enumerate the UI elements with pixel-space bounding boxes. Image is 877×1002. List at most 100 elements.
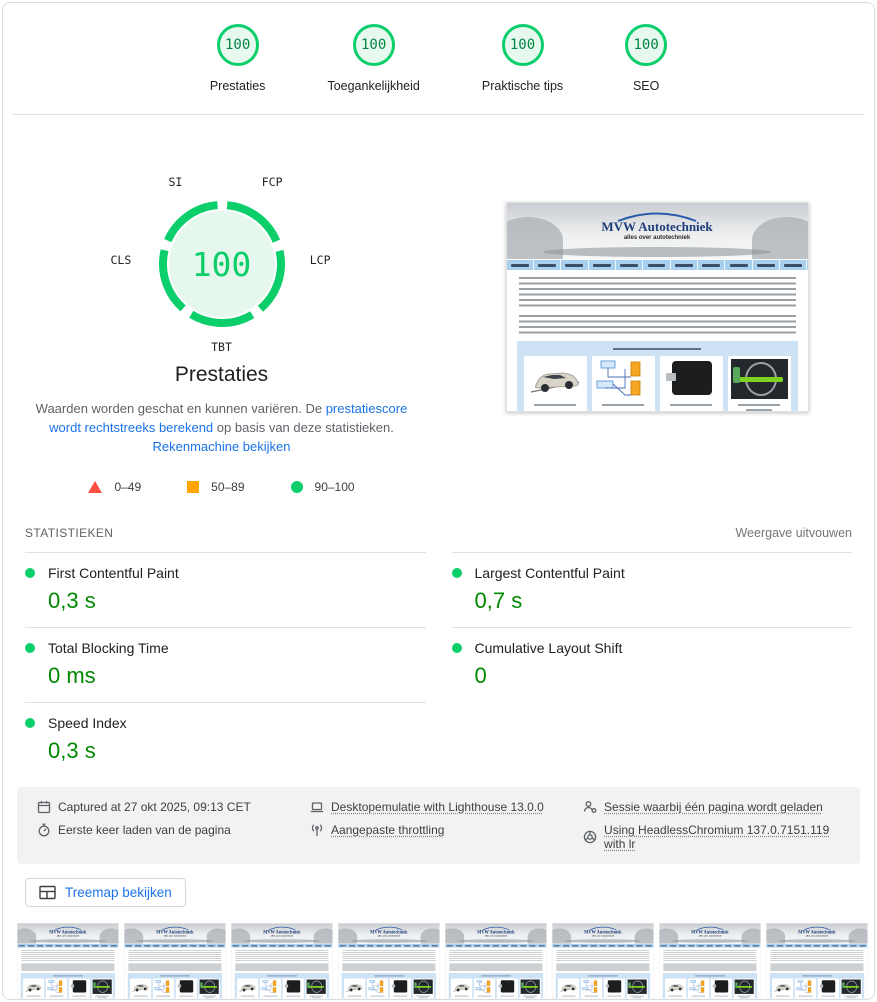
preview-car-shape bbox=[136, 939, 213, 943]
card-caption bbox=[526, 998, 535, 999]
relay-photo bbox=[712, 980, 731, 994]
preview-card-row bbox=[664, 978, 755, 998]
preview-nav-bar bbox=[17, 944, 118, 948]
preview-car-shape bbox=[29, 939, 106, 943]
metric-value: 0 bbox=[475, 663, 853, 689]
preview-nav-item bbox=[82, 944, 91, 948]
metric-speed-index: Speed Index 0,3 s bbox=[25, 702, 426, 777]
site-screenshot-preview: MVW Autotechniek alles over autotechniek bbox=[445, 923, 547, 999]
expand-view-toggle[interactable]: Weergave uitvouwen bbox=[735, 526, 852, 540]
filmstrip: MVW Autotechniek alles over autotechniek bbox=[17, 923, 860, 999]
score-category-prestaties[interactable]: 100 Prestaties bbox=[210, 24, 266, 93]
relay-body bbox=[608, 980, 621, 992]
preview-car-shape bbox=[778, 939, 855, 943]
dashboard-bar bbox=[844, 986, 859, 988]
preview-nav-item bbox=[305, 944, 314, 948]
preview-card-relay bbox=[283, 978, 304, 998]
wiring-diagram bbox=[47, 980, 66, 994]
treemap-button[interactable]: Treemap bekijken bbox=[25, 878, 186, 907]
preview-nav-item bbox=[17, 944, 26, 948]
preview-site-subtitle: alles over autotechniek bbox=[338, 935, 439, 937]
card-caption bbox=[500, 996, 514, 997]
dashboard-photo bbox=[200, 980, 219, 994]
preview-nav-item bbox=[678, 944, 687, 948]
runinfo-text[interactable]: Desktopemulatie with Lighthouse 13.0.0 bbox=[331, 800, 544, 814]
preview-nav-item bbox=[714, 944, 723, 948]
preview-nav-bar bbox=[659, 944, 760, 948]
preview-paragraph bbox=[519, 315, 796, 335]
preview-nav-item bbox=[561, 260, 588, 270]
preview-nav-item bbox=[803, 944, 812, 948]
treemap-icon bbox=[39, 885, 56, 900]
preview-nav-item bbox=[277, 944, 286, 948]
preview-nav-item bbox=[725, 260, 752, 270]
gauge-metric-lcp: LCP bbox=[310, 253, 331, 267]
preview-card-dashboard bbox=[728, 356, 791, 412]
pass-circle-icon bbox=[291, 481, 303, 493]
preview-nav-item bbox=[659, 944, 668, 948]
preview-body-text bbox=[338, 947, 439, 970]
preview-panel-caption bbox=[802, 976, 832, 977]
preview-image-panel bbox=[556, 973, 650, 999]
pass-dot-icon bbox=[452, 643, 462, 653]
score-category-praktische-tips[interactable]: 100 Praktische tips bbox=[482, 24, 563, 93]
site-screenshot-preview: MVW Autotechniek alles over autotechniek bbox=[17, 923, 119, 999]
runinfo-text[interactable]: Sessie waarbij één pagina wordt geladen bbox=[604, 800, 823, 814]
preview-card-diagram bbox=[795, 978, 816, 998]
metric-value: 0,3 s bbox=[48, 738, 426, 764]
card-caption bbox=[157, 996, 171, 997]
relay-body bbox=[73, 980, 86, 992]
card-caption bbox=[562, 996, 576, 997]
filmstrip-thumbnail: MVW Autotechniek alles over autotechniek bbox=[338, 923, 441, 999]
preview-body-text bbox=[659, 947, 760, 970]
runinfo-text[interactable]: Aangepaste throttling bbox=[331, 823, 444, 837]
preview-nav-item bbox=[510, 944, 519, 948]
preview-image-panel bbox=[128, 973, 222, 999]
preview-nav-item bbox=[421, 944, 430, 948]
preview-nav-item bbox=[607, 944, 616, 948]
relay-photo bbox=[70, 980, 89, 994]
score-category-seo[interactable]: 100 SEO bbox=[625, 24, 667, 93]
dashboard-bar bbox=[737, 377, 783, 382]
wiring-diagram bbox=[261, 980, 280, 994]
relay-pin bbox=[71, 985, 74, 988]
metric-first-contentful-paint: First Contentful Paint 0,3 s bbox=[25, 553, 426, 627]
relay-photo bbox=[819, 980, 838, 994]
score-category-toegankelijkheid[interactable]: 100 Toegankelijkheid bbox=[327, 24, 419, 93]
preview-site-logo: MVW Autotechniek alles over autotechniek bbox=[766, 923, 867, 937]
runinfo-text: Eerste keer laden van de pagina bbox=[58, 823, 231, 837]
runinfo-text: Captured at 27 okt 2025, 09:13 CET bbox=[58, 800, 251, 814]
runinfo-text[interactable]: Using HeadlessChromium 137.0.7151.119 wi… bbox=[604, 823, 840, 851]
preview-card-relay bbox=[660, 356, 723, 412]
preview-nav-item bbox=[464, 944, 473, 948]
preview-card-dashboard bbox=[92, 978, 113, 998]
preview-site-logo: MVW Autotechniek alles over autotechniek bbox=[445, 923, 546, 937]
preview-nav-item bbox=[858, 944, 867, 948]
preview-card-dashboard bbox=[306, 978, 327, 998]
preview-nav-item bbox=[338, 944, 347, 948]
calculator-link[interactable]: Rekenmachine bekijken bbox=[152, 439, 290, 454]
category-scores-row: 100 Prestaties 100 Toegankelijkheid 100 … bbox=[3, 3, 874, 114]
preview-paragraph bbox=[556, 964, 649, 971]
preview-nav-item bbox=[766, 944, 775, 948]
preview-nav-item bbox=[617, 944, 626, 948]
preview-panel-caption bbox=[481, 976, 511, 977]
dashboard-photo bbox=[735, 980, 754, 994]
preview-nav-item bbox=[143, 944, 152, 948]
preview-site-logo: MVW Autotechniek alles over autotechniek bbox=[17, 923, 118, 937]
gauge-metric-tbt: TBT bbox=[211, 340, 232, 354]
preview-nav-item bbox=[366, 944, 375, 948]
lighthouse-report-card: 100 Prestaties 100 Toegankelijkheid 100 … bbox=[2, 2, 875, 1000]
runinfo-emulation: Desktopemulatie with Lighthouse 13.0.0 bbox=[310, 800, 583, 814]
dashboard-photo bbox=[628, 980, 647, 994]
preview-image-panel bbox=[770, 973, 864, 999]
preview-nav-item bbox=[519, 944, 528, 948]
site-screenshot-preview: MVW Autotechniek alles over autotechniek bbox=[552, 923, 654, 999]
relay-photo bbox=[605, 980, 624, 994]
preview-panel-caption bbox=[695, 976, 725, 977]
relay-body bbox=[672, 361, 712, 395]
preview-nav-bar bbox=[507, 259, 808, 270]
card-caption bbox=[72, 996, 86, 997]
dashboard-indicator bbox=[307, 982, 309, 988]
preview-nav-item bbox=[733, 944, 742, 948]
